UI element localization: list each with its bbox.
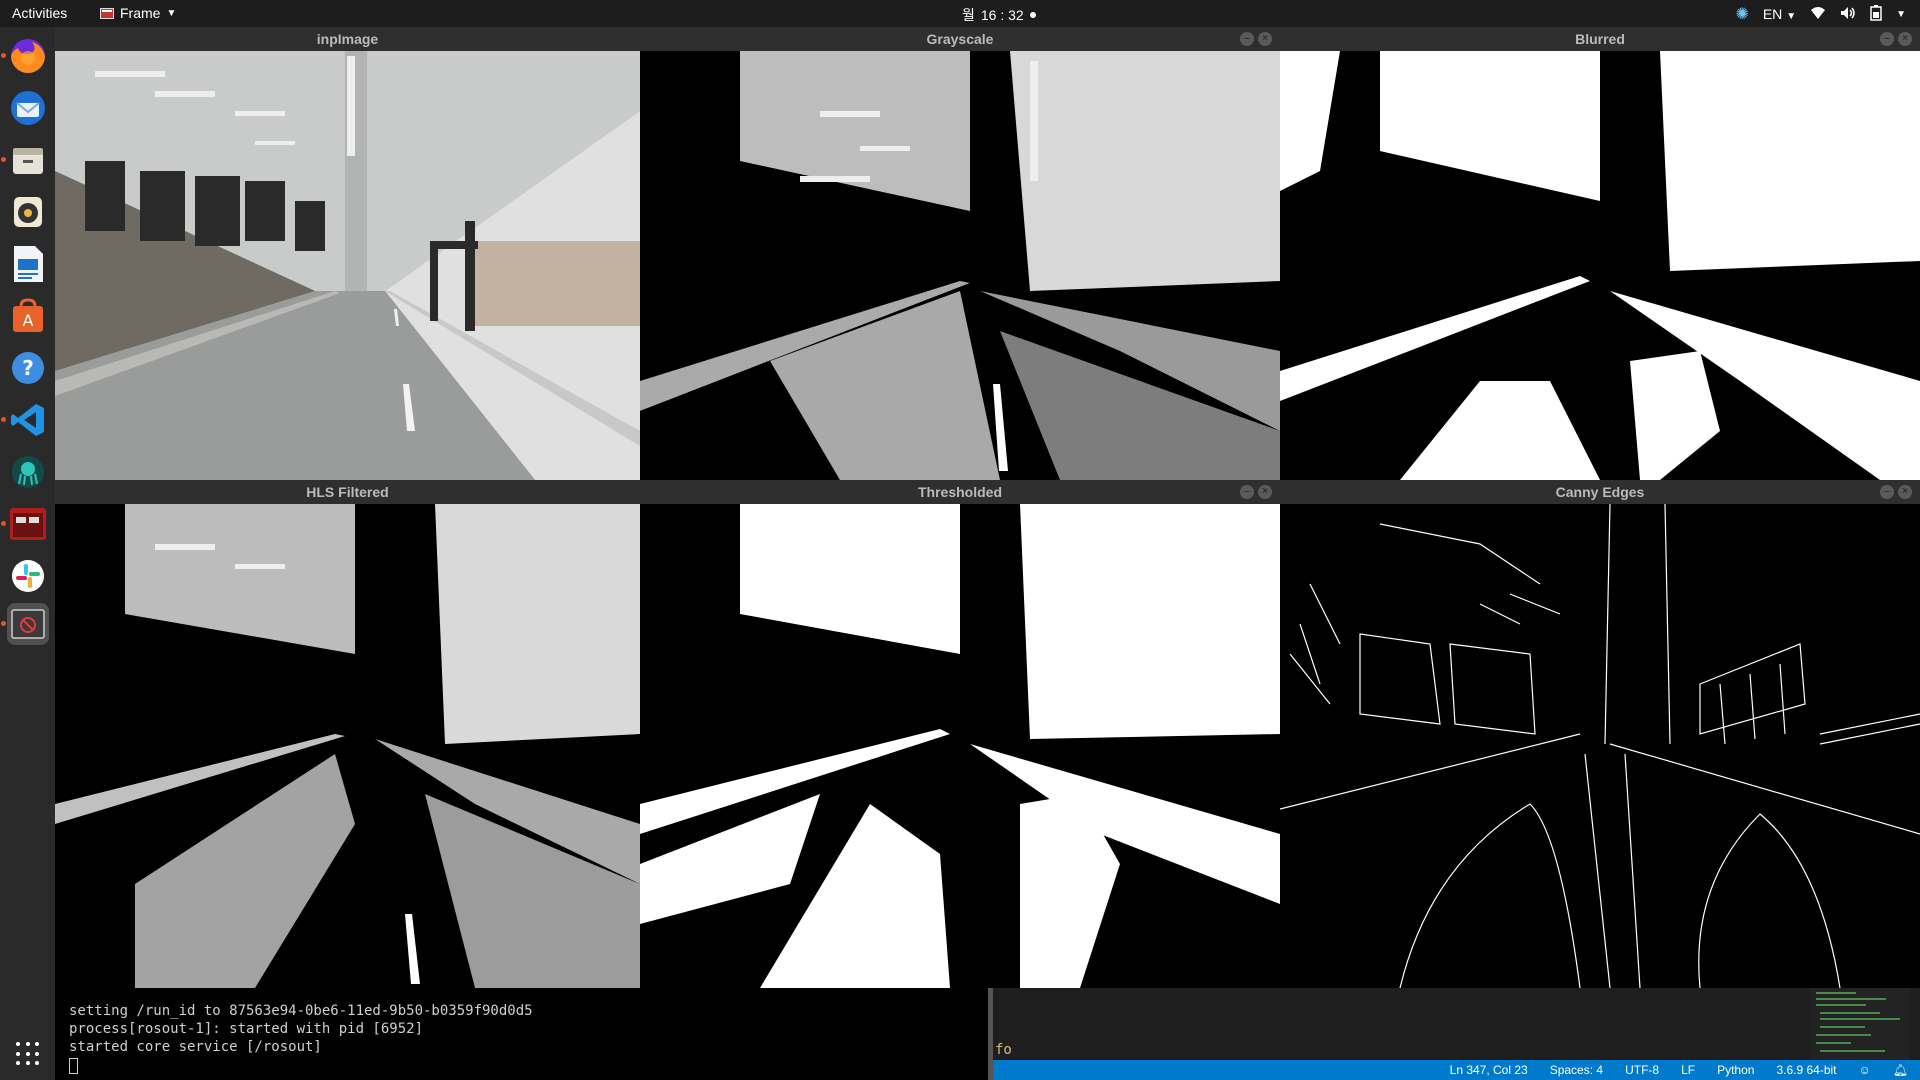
app-menu-label: Frame: [120, 5, 161, 21]
firefox-icon[interactable]: [1, 35, 49, 77]
window-title: inpImage: [316, 31, 379, 47]
notifications-bell-icon[interactable]: 🔔︎: [1893, 1063, 1908, 1077]
slack-icon[interactable]: [7, 555, 49, 597]
window-title: Blurred: [1575, 31, 1625, 47]
terminal-line: process[rosout-1]: started with pid [695…: [69, 1021, 424, 1037]
minimize-icon[interactable]: –: [1240, 32, 1254, 46]
running-indicator: [1, 53, 6, 58]
terminal-line: setting /run_id to 87563e94-0be6-11ed-9b…: [69, 1003, 533, 1019]
vscode-icon[interactable]: [1, 399, 49, 441]
terminal-line: started core service [/rosout]: [69, 1039, 322, 1055]
chevron-down-icon: ▼: [1786, 11, 1797, 22]
rhythmbox-icon[interactable]: [7, 191, 49, 233]
chevron-down-icon: ▼: [166, 7, 177, 19]
window-titlebar[interactable]: Blurred – ×: [1280, 27, 1920, 51]
thresholded-image: [640, 504, 1280, 988]
window-thresholded[interactable]: Thresholded – ×: [640, 480, 1280, 988]
close-icon[interactable]: ×: [1898, 32, 1912, 46]
status-bar: Ln 347, Col 23 Spaces: 4 UTF-8 LF Python…: [993, 1060, 1920, 1080]
window-grayscale[interactable]: Grayscale – ×: [640, 27, 1280, 480]
dock: A ?: [0, 27, 55, 1080]
clock-day: 월: [962, 7, 975, 23]
system-tray: ✺ EN ▼ ▼: [1735, 4, 1920, 24]
thunderbird-icon[interactable]: [7, 87, 49, 129]
running-indicator: [1, 621, 6, 626]
volume-icon[interactable]: [1840, 6, 1856, 23]
canny-edges-image: [1280, 504, 1920, 988]
blurred-image: [1280, 51, 1920, 480]
help-icon[interactable]: ?: [7, 347, 49, 389]
notification-dot-icon: [1029, 12, 1036, 18]
window-titlebar[interactable]: Canny Edges – ×: [1280, 480, 1920, 504]
language-label: EN: [1762, 6, 1783, 22]
window-titlebar[interactable]: inpImage: [55, 27, 640, 51]
window-blurred[interactable]: Blurred – ×: [1280, 27, 1920, 480]
gitkraken-icon[interactable]: [7, 451, 49, 493]
clock[interactable]: 월 16 : 32: [962, 5, 1036, 25]
close-icon[interactable]: ×: [1898, 485, 1912, 499]
minimize-icon[interactable]: –: [1240, 485, 1254, 499]
minimize-icon[interactable]: –: [1880, 32, 1894, 46]
libreoffice-writer-icon[interactable]: [7, 243, 49, 285]
camera-frame-image: [55, 51, 640, 480]
window-title: Grayscale: [926, 31, 994, 47]
top-bar: Activities Frame ▼ 월 16 : 32 ✺ EN ▼ ▼: [0, 0, 1920, 27]
python-interpreter[interactable]: 3.6.9 64-bit: [1776, 1063, 1836, 1077]
window-titlebar[interactable]: Grayscale – ×: [640, 27, 1280, 51]
grayscale-image: [640, 51, 1280, 480]
window-inp-image[interactable]: inpImage: [55, 27, 640, 480]
battery-icon[interactable]: [1870, 4, 1882, 24]
show-applications-icon[interactable]: [16, 1042, 40, 1066]
file-encoding[interactable]: UTF-8: [1625, 1063, 1659, 1077]
svg-text:A: A: [23, 311, 34, 330]
cursor-position[interactable]: Ln 347, Col 23: [1450, 1063, 1528, 1077]
window-titlebar[interactable]: Thresholded – ×: [640, 480, 1280, 504]
window-title: Thresholded: [917, 484, 1002, 500]
code-fragment: fo: [995, 1042, 1012, 1058]
language-mode[interactable]: Python: [1717, 1063, 1754, 1077]
language-indicator[interactable]: EN ▼: [1763, 6, 1796, 22]
hls-filtered-image: [55, 504, 640, 988]
window-titlebar[interactable]: HLS Filtered: [55, 480, 640, 504]
terminal-cursor: [69, 1058, 78, 1074]
window-title: HLS Filtered: [306, 484, 389, 500]
svg-text:?: ?: [22, 356, 34, 380]
files-icon[interactable]: [1, 139, 49, 181]
clock-time: 16 : 32: [980, 7, 1024, 23]
app-menu[interactable]: Frame ▼: [100, 5, 176, 21]
window-hls-filtered[interactable]: HLS Filtered: [55, 480, 640, 988]
frame-app-icon[interactable]: [1, 603, 49, 645]
system-menu-chevron-icon[interactable]: ▼: [1896, 9, 1906, 20]
line-ending[interactable]: LF: [1681, 1063, 1695, 1077]
software-center-icon[interactable]: A: [7, 295, 49, 337]
running-indicator: [1, 157, 6, 162]
editor-minimap[interactable]: [1810, 988, 1910, 1060]
running-indicator: [1, 417, 6, 422]
minimize-icon[interactable]: –: [1880, 485, 1894, 499]
close-icon[interactable]: ×: [1258, 485, 1272, 499]
weather-icon[interactable]: ✺: [1735, 4, 1748, 24]
terminal-output[interactable]: setting /run_id to 87563e94-0be6-11ed-9b…: [55, 988, 990, 1080]
vscode-window[interactable]: fo Ln 347, Col 23 Spaces: 4 UTF-8 LF Pyt…: [993, 988, 1920, 1080]
activities-button[interactable]: Activities: [12, 5, 67, 21]
indentation-setting[interactable]: Spaces: 4: [1550, 1063, 1603, 1077]
running-indicator: [1, 521, 6, 526]
window-canny-edges[interactable]: Canny Edges – ×: [1280, 480, 1920, 988]
wifi-icon[interactable]: [1810, 6, 1826, 23]
terminal-app-icon[interactable]: [1, 503, 49, 545]
close-icon[interactable]: ×: [1258, 32, 1272, 46]
feedback-icon[interactable]: ☺: [1859, 1063, 1871, 1077]
window-title: Canny Edges: [1555, 484, 1645, 500]
frame-app-icon: [100, 7, 114, 19]
